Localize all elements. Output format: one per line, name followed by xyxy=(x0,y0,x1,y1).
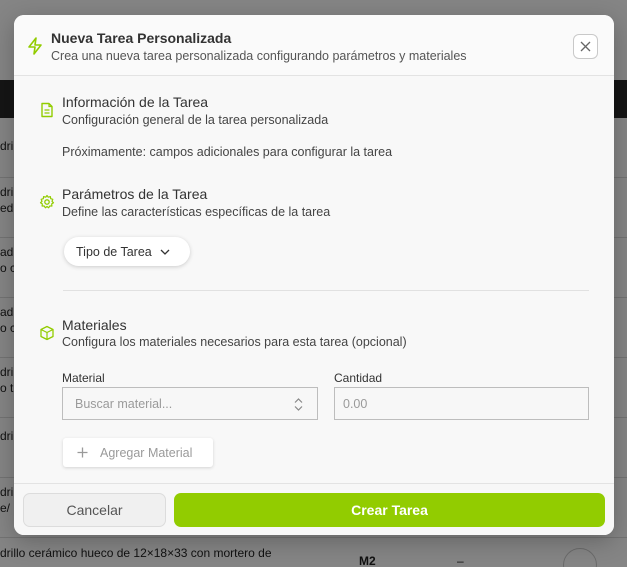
params-section-subtitle: Define las características específicas d… xyxy=(62,205,331,219)
close-button[interactable] xyxy=(573,34,598,59)
material-search-select[interactable]: Buscar material... xyxy=(62,387,318,420)
section-divider xyxy=(63,290,589,291)
quantity-input[interactable]: 0.00 xyxy=(334,387,589,420)
quantity-placeholder: 0.00 xyxy=(343,396,368,411)
quantity-label: Cantidad xyxy=(334,371,383,385)
lightning-icon xyxy=(28,37,42,55)
dialog-subtitle: Crea una nueva tarea personalizada confi… xyxy=(51,49,467,63)
coming-soon-note: Próximamente: campos adicionales para co… xyxy=(62,145,393,159)
task-type-dropdown[interactable]: Tipo de Tarea xyxy=(64,237,190,266)
new-task-dialog: Nueva Tarea Personalizada Crea una nueva… xyxy=(14,15,614,535)
document-icon xyxy=(41,102,53,118)
materials-section-subtitle: Configura los materiales necesarios para… xyxy=(62,335,407,349)
dialog-header: Nueva Tarea Personalizada Crea una nueva… xyxy=(14,15,614,76)
close-icon xyxy=(580,41,591,52)
material-label: Material xyxy=(62,371,105,385)
add-material-label: Agregar Material xyxy=(100,445,193,460)
material-placeholder: Buscar material... xyxy=(75,396,173,411)
dialog-title: Nueva Tarea Personalizada xyxy=(51,30,232,46)
chevron-up-down-icon xyxy=(294,398,303,411)
plus-icon xyxy=(77,447,88,458)
dialog-footer: Cancelar Crear Tarea xyxy=(14,483,614,535)
create-task-button[interactable]: Crear Tarea xyxy=(174,493,605,527)
materials-section-title: Materiales xyxy=(62,317,127,333)
chevron-down-icon xyxy=(160,249,170,255)
info-section-subtitle: Configuración general de la tarea person… xyxy=(62,113,329,127)
add-material-button[interactable]: Agregar Material xyxy=(63,438,213,467)
task-type-label: Tipo de Tarea xyxy=(76,244,152,259)
params-section-title: Parámetros de la Tarea xyxy=(62,186,208,202)
box-icon xyxy=(40,325,54,341)
cancel-button[interactable]: Cancelar xyxy=(23,493,166,527)
gear-icon xyxy=(39,194,55,209)
info-section-title: Información de la Tarea xyxy=(62,94,209,110)
